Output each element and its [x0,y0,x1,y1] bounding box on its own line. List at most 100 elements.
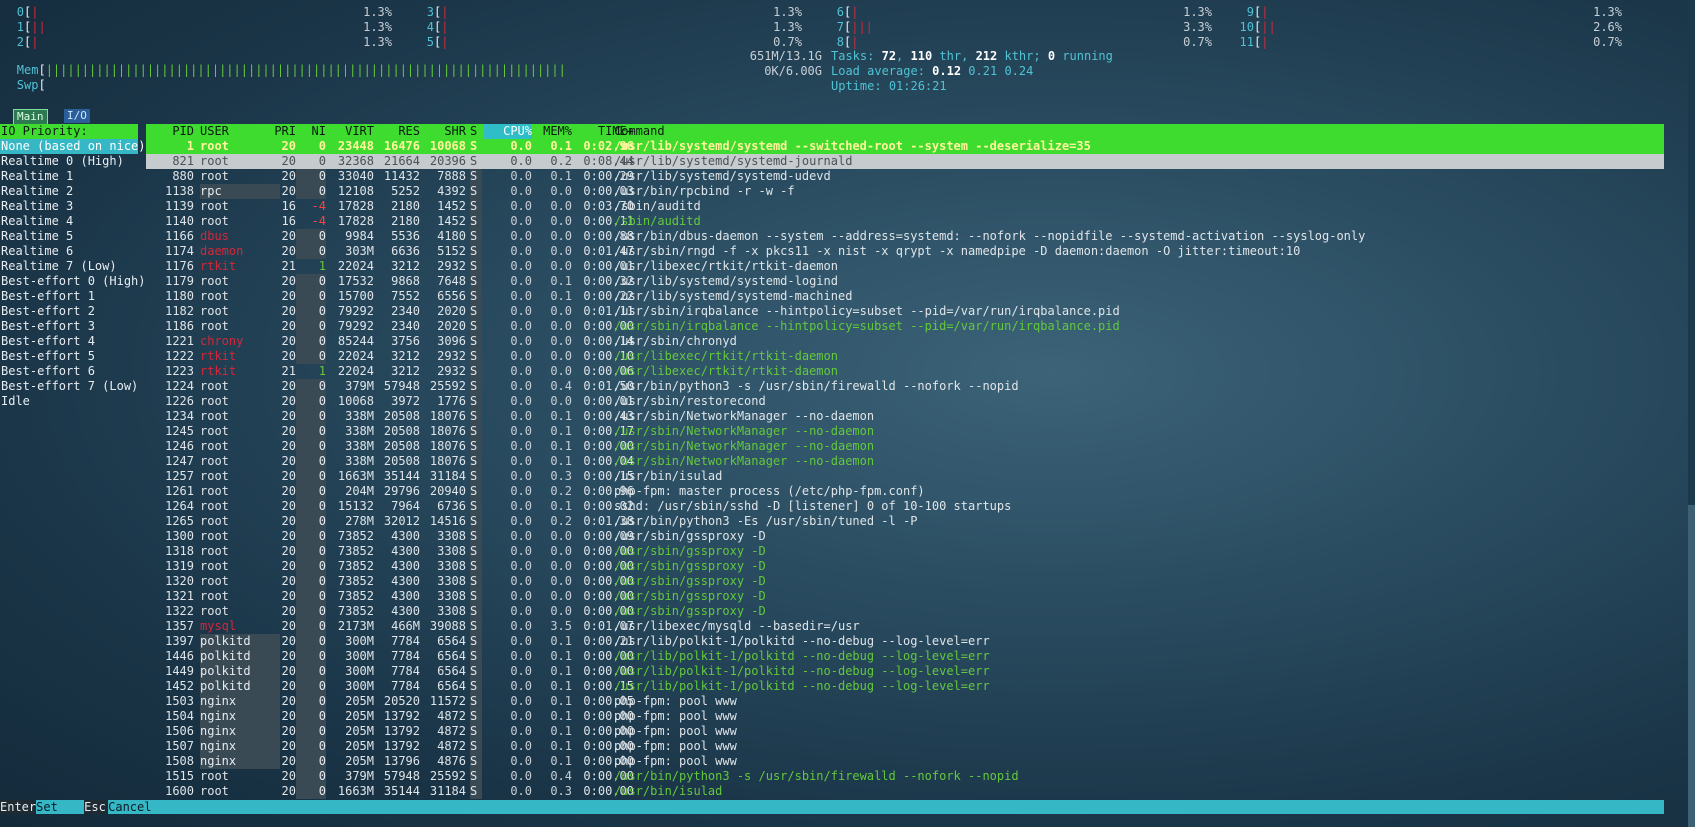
table-row[interactable]: 1226 root 20 0 10068 3972 1776 S 0.0 0.0 0:00.01/u… [146,394,1664,409]
cell-s: S [470,169,482,184]
table-row[interactable]: 1182 root 20 0 79292 2340 2020 S 0.0 0.0 0:01.11/u… [146,304,1664,319]
table-row[interactable]: 1223 rtkit 21 1 22024 3212 2932 S 0.0 0.0 0:00.06/… [146,364,1664,379]
cell-cmd: /usr/sbin/gssproxy -D [614,589,766,603]
table-row[interactable]: 1261 root 20 0 204M 29796 20940 S 0.0 0.2 0:00.96 p… [146,484,1664,499]
table-row[interactable]: 1257 root 20 0 1663M 35144 31184 S 0.0 0.3 0:00.15… [146,469,1664,484]
cell-res: 3756 [391,334,420,348]
table-row[interactable]: 1140 root 16 -4 17828 2180 1452 S 0.0 0.0 0:00.11/… [146,214,1664,229]
table-row[interactable]: 1318 root 20 0 73852 4300 3308 S 0.0 0.0 0:00.00/u… [146,544,1664,559]
table-row[interactable]: 1 root 20 0 23448 16476 10068 S 0.0 0.1 0:02.96/us… [146,139,1664,154]
table-row[interactable]: 1320 root 20 0 73852 4300 3308 S 0.0 0.0 0:00.00/u… [146,574,1664,589]
cell-virt: 10068 [337,394,374,408]
io-priority-item[interactable]: Best-effort 2 [0,304,138,319]
col-virt[interactable]: VIRT [328,124,374,139]
table-row[interactable]: 1138 rpc 20 0 12108 5252 4392 S 0.0 0.0 0:00.03/us… [146,184,1664,199]
table-row[interactable]: 1224 root 20 0 379M 57948 25592 S 0.0 0.4 0:01.50/… [146,379,1664,394]
col-mem[interactable]: MEM% [532,124,572,139]
table-row[interactable]: 1174 daemon 20 0 303M 6636 5152 S 0.0 0.0 0:01.47/… [146,244,1664,259]
io-priority-item[interactable]: Best-effort 0 (High) [0,274,146,289]
scrollbar-thumb[interactable] [1688,505,1695,827]
table-row[interactable]: 1507 nginx 20 0 205M 13792 4872 S 0.0 0.1 0:00.00 p… [146,739,1664,754]
table-row[interactable]: 1508 nginx 20 0 205M 13796 4876 S 0.0 0.1 0:00.00 p… [146,754,1664,769]
set-button[interactable]: Set [36,800,85,814]
col-shr[interactable]: SHR [420,124,466,139]
table-row[interactable]: 1506 nginx 20 0 205M 13792 4872 S 0.0 0.1 0:00.00 p… [146,724,1664,739]
table-row[interactable]: 1221 chrony 20 0 85244 3756 3096 S 0.0 0.0 0:00.14… [146,334,1664,349]
cell-s: S [470,679,482,694]
table-row[interactable]: 1246 root 20 0 338M 20508 18076 S 0.0 0.1 0:00.00/… [146,439,1664,454]
tab-io[interactable]: I/O [64,109,90,123]
table-row[interactable]: 1234 root 20 0 338M 20508 18076 S 0.0 0.1 0:00.43/… [146,409,1664,424]
table-row[interactable]: 1357 mysql 20 0 2173M 466M 39088 S 0.0 3.5 0:01.07… [146,619,1664,634]
table-row[interactable]: 1319 root 20 0 73852 4300 3308 S 0.0 0.0 0:00.00/u… [146,559,1664,574]
col-command[interactable]: Command [614,124,1664,139]
table-row[interactable]: 1186 root 20 0 79292 2340 2020 S 0.0 0.0 0:00.00/u… [146,319,1664,334]
cell-cmd: /usr/lib/systemd/systemd-udevd [614,169,831,183]
cell-virt: 17532 [337,274,374,288]
table-row[interactable]: 1166 dbus 20 0 9984 5536 4180 S 0.0 0.0 0:00.88/us… [146,229,1664,244]
io-priority-item[interactable]: Best-effort 5 [0,349,138,364]
io-priority-item[interactable]: None (based on nice) [0,139,146,154]
table-row[interactable]: 1322 root 20 0 73852 4300 3308 S 0.0 0.0 0:00.00/u… [146,604,1664,619]
table-row[interactable]: 1300 root 20 0 73852 4300 3308 S 0.0 0.0 0:00.09/u… [146,529,1664,544]
io-priority-item[interactable]: Best-effort 4 [0,334,138,349]
io-priority-item[interactable]: Realtime 0 (High) [0,154,138,169]
col-state[interactable]: S [470,124,482,139]
scrollbar[interactable] [1688,0,1695,827]
table-row[interactable]: 1180 root 20 0 15700 7552 6556 S 0.0 0.1 0:00.22/u… [146,289,1664,304]
table-row[interactable]: 1446 polkitd 20 0 300M 7784 6564 S 0.0 0.1 0:00.00… [146,649,1664,664]
cell-virt: 79292 [337,304,374,318]
io-priority-item[interactable]: Realtime 7 (Low) [0,259,138,274]
table-row[interactable]: 1515 root 20 0 379M 57948 25592 S 0.0 0.4 0:00.00/… [146,769,1664,784]
table-row[interactable]: 880 root 20 0 33040 11432 7888 S 0.0 0.1 0:00.29/u… [146,169,1664,184]
cell-cmd: php-fpm: pool www [614,739,737,753]
col-user[interactable]: USER [200,124,280,139]
io-priority-item[interactable]: Realtime 6 [0,244,138,259]
cell-s: S [470,784,482,799]
table-row[interactable]: 1179 root 20 0 17532 9868 7648 S 0.0 0.1 0:00.32/u… [146,274,1664,289]
table-row[interactable]: 1600 root 20 0 1663M 35144 31184 S 0.0 0.3 0:00.00… [146,784,1664,799]
tab-main[interactable]: Main [13,109,48,125]
cell-cmd: /sbin/auditd [614,214,701,228]
col-cpu[interactable]: CPU% [484,124,532,139]
table-row[interactable]: 1397 polkitd 20 0 300M 7784 6564 S 0.0 0.1 0:00.21… [146,634,1664,649]
io-priority-item[interactable]: Best-effort 1 [0,289,138,304]
io-priority-item[interactable]: Realtime 1 [0,169,138,184]
io-priority-item[interactable]: Best-effort 3 [0,319,138,334]
cell-virt: 22024 [337,259,374,273]
table-row[interactable]: 1265 root 20 0 278M 32012 14516 S 0.0 0.2 0:01.38/… [146,514,1664,529]
cpu-meter: 11[| 0.7% [1230,35,1630,49]
cell-ni: 0 [296,229,326,244]
cell-user: rtkit [200,259,237,273]
table-row[interactable]: 1222 rtkit 20 0 22024 3212 2932 S 0.0 0.0 0:00.10/… [146,349,1664,364]
cell-mem: 0.0 [550,214,572,228]
table-row[interactable]: 1452 polkitd 20 0 300M 7784 6564 S 0.0 0.1 0:00.15… [146,679,1664,694]
table-row[interactable]: 1264 root 20 0 15132 7964 6736 S 0.0 0.1 0:00.02 ss… [146,499,1664,514]
table-row[interactable]: 1247 root 20 0 338M 20508 18076 S 0.0 0.1 0:00.04/… [146,454,1664,469]
table-row[interactable]: 1504 nginx 20 0 205M 13792 4872 S 0.0 0.1 0:00.00 p… [146,709,1664,724]
io-priority-item[interactable]: Idle [0,394,138,409]
cell-pid: 821 [172,154,194,168]
col-pid[interactable]: PID [146,124,194,139]
table-row[interactable]: 1503 nginx 20 0 205M 20520 11572 S 0.0 0.1 0:00.05… [146,694,1664,709]
table-row[interactable]: 1321 root 20 0 73852 4300 3308 S 0.0 0.0 0:00.00/u… [146,589,1664,604]
table-row[interactable]: 1245 root 20 0 338M 20508 18076 S 0.0 0.1 0:00.17/… [146,424,1664,439]
table-row[interactable]: 1449 polkitd 20 0 300M 7784 6564 S 0.0 0.1 0:00.00… [146,664,1664,679]
cell-cpu: 0.0 [510,169,532,183]
io-priority-item[interactable]: Realtime 5 [0,229,138,244]
cell-cmd: /usr/lib/polkit-1/polkitd --no-debug --l… [614,649,990,663]
cell-ni: 0 [296,544,326,559]
table-row[interactable]: 821 root 20 0 32368 21664 20396 S 0.0 0.2 0:08.44/… [146,154,1664,169]
io-priority-item[interactable]: Realtime 3 [0,199,138,214]
io-priority-item[interactable]: Best-effort 6 [0,364,138,379]
table-row[interactable]: 1176 rtkit 21 1 22024 3212 2932 S 0.0 0.0 0:00.01/… [146,259,1664,274]
cell-pid: 1 [186,139,194,153]
io-priority-item[interactable]: Realtime 4 [0,214,138,229]
table-row[interactable]: 1139 root 16 -4 17828 2180 1452 S 0.0 0.0 0:03.70/… [146,199,1664,214]
io-priority-item[interactable]: Best-effort 7 (Low) [0,379,138,394]
io-priority-item[interactable]: Realtime 2 [0,184,138,199]
col-ni[interactable]: NI [296,124,326,139]
cancel-button[interactable]: Cancel [108,800,169,814]
col-res[interactable]: RES [374,124,420,139]
col-pri[interactable]: PRI [272,124,296,139]
